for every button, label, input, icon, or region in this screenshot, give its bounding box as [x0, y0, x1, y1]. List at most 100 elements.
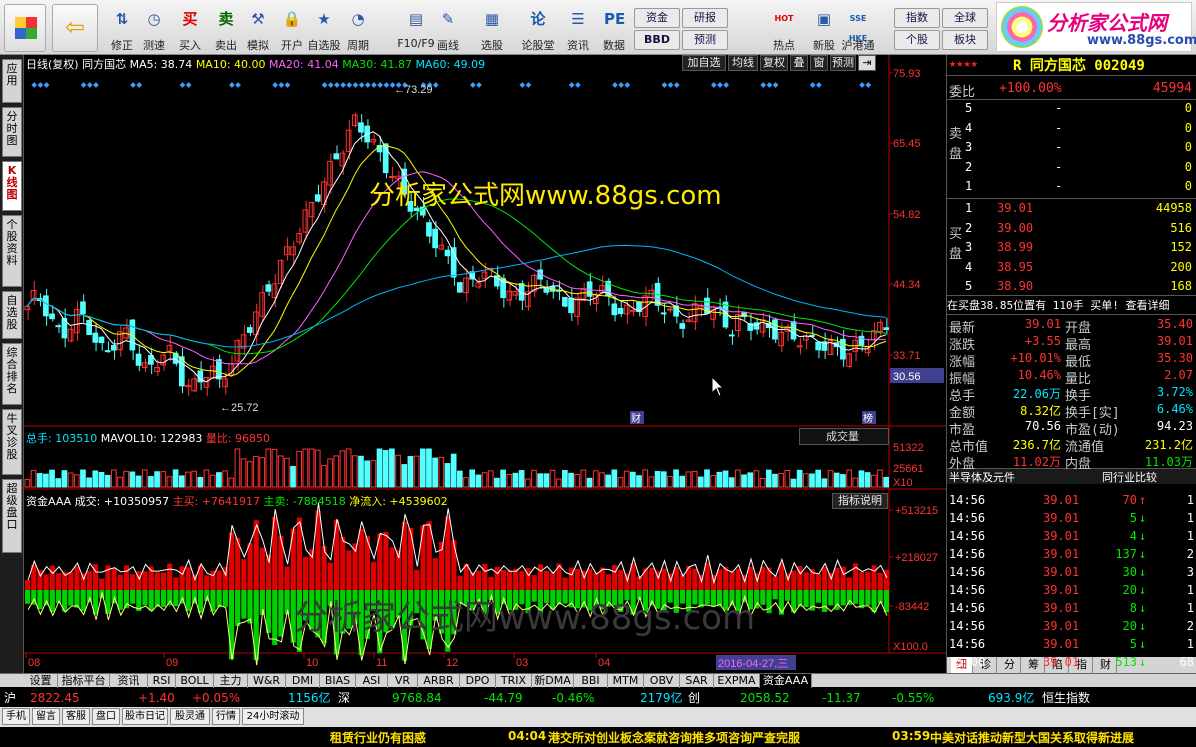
toolbar-up-down-button[interactable]: ⇅ 修正: [104, 4, 138, 52]
arrow-right-icon[interactable]: ⇥: [858, 55, 876, 71]
toolbar-star-button[interactable]: ★ 自选股: [306, 4, 341, 52]
volume-bar: [821, 478, 828, 488]
sell-price[interactable]: -: [1055, 179, 1062, 193]
sell-price[interactable]: -: [1055, 160, 1062, 174]
indicator-tab-7[interactable]: DMI: [286, 674, 320, 688]
signal-diamond: [661, 82, 668, 88]
left-tab-6[interactable]: 牛叉诊股: [2, 409, 22, 475]
sell-price[interactable]: -: [1055, 140, 1062, 154]
indicator-tab-8[interactable]: BIAS: [320, 674, 356, 688]
indicator-tab-9[interactable]: ASI: [356, 674, 388, 688]
compare-link[interactable]: 同行业比较: [1102, 469, 1157, 485]
menu-item-0[interactable]: 手机: [2, 708, 30, 725]
indicator-tab-11[interactable]: ARBR: [418, 674, 460, 688]
indicator-tab-12[interactable]: DPO: [460, 674, 496, 688]
left-tab-3[interactable]: 个股资料: [2, 215, 22, 287]
left-tab-4[interactable]: 自选股: [2, 291, 22, 339]
volume-bar: [129, 471, 136, 488]
order-alert[interactable]: 在买盘38.85位置有 110手 买单! 查看详细: [947, 297, 1169, 313]
chart-canvas[interactable]: 75.93 65.45 54.82 44.34 33.71 30.56 ←73.29 ←25.…: [24, 55, 946, 673]
bbd-button[interactable]: BBD: [634, 30, 680, 50]
indicator-tab-0[interactable]: 设置: [24, 674, 58, 688]
indicator-tab-17[interactable]: OBV: [644, 674, 680, 688]
indicator-tab-3[interactable]: RSI: [148, 674, 176, 688]
indicator-tab-16[interactable]: MTM: [608, 674, 644, 688]
toolbar-clock-button[interactable]: ◷ 测速: [136, 4, 170, 52]
toolbar-picker-button[interactable]: ▦ 选股: [474, 4, 508, 52]
toolbar-hammer-button[interactable]: ⚒ 模拟: [240, 4, 274, 52]
volume-bar: [419, 448, 426, 488]
back-button[interactable]: ⇦: [52, 4, 98, 52]
indicator-help-button[interactable]: 指标说明: [832, 493, 888, 509]
news-item-3[interactable]: 中美对话推动新型大国关系取得新进展: [930, 729, 1134, 746]
app-grid-button[interactable]: [4, 4, 46, 52]
indicator-tab-18[interactable]: SAR: [680, 674, 714, 688]
volume-select[interactable]: 成交量: [799, 428, 889, 445]
toolbar-pencil-button[interactable]: ✎ 画线: [430, 4, 464, 52]
kline-btn-0[interactable]: 加自选: [682, 55, 726, 71]
toolbar-buy-button[interactable]: 买买入: [172, 4, 206, 52]
index-button[interactable]: 指数: [894, 8, 940, 28]
menu-item-7[interactable]: 24小时滚动: [242, 708, 304, 725]
buy-price[interactable]: 38.99: [997, 240, 1033, 254]
toolbar-forum-button[interactable]: 论论股堂: [520, 4, 555, 52]
toolbar-sell-button[interactable]: 卖卖出: [208, 4, 242, 52]
left-tab-2[interactable]: K线图: [2, 161, 22, 211]
indicator-tab-13[interactable]: TRIX: [496, 674, 532, 688]
sell-price[interactable]: -: [1055, 101, 1062, 115]
indicator-tab-14[interactable]: 新DMA: [532, 674, 574, 688]
indicator-tab-20[interactable]: 资金AAA: [760, 674, 812, 688]
sell-price[interactable]: -: [1055, 121, 1062, 135]
menu-item-2[interactable]: 客服: [62, 708, 90, 725]
kline-btn-1[interactable]: 均线: [728, 55, 758, 71]
toolbar-hot-button[interactable]: HOT 热点: [766, 4, 800, 52]
buy-price[interactable]: 39.00: [997, 221, 1033, 235]
toolbar-ipo-button[interactable]: ▣ 新股: [806, 4, 840, 52]
tick-price: 39.01: [1043, 583, 1080, 597]
forecast-button[interactable]: 预测: [682, 30, 728, 50]
fund-in-bar: [278, 535, 284, 590]
sz-change: -44.79: [484, 691, 523, 705]
buy-price[interactable]: 38.95: [997, 260, 1033, 274]
kline-btn-2[interactable]: 复权: [760, 55, 788, 71]
report-button[interactable]: 研报: [682, 8, 728, 28]
indicator-tab-4[interactable]: BOLL: [176, 674, 214, 688]
stock-button[interactable]: 个股: [894, 30, 940, 50]
kline-btn-5[interactable]: 预测: [830, 55, 856, 71]
indicator-tab-15[interactable]: BBI: [574, 674, 608, 688]
indicator-tab-2[interactable]: 资讯: [110, 674, 148, 688]
right-tab-3[interactable]: 筹: [1023, 657, 1045, 673]
menu-item-6[interactable]: 行情: [212, 708, 240, 725]
sector-button[interactable]: 板块: [942, 30, 988, 50]
left-tab-5[interactable]: 综合排名: [2, 343, 22, 405]
global-button[interactable]: 全球: [942, 8, 988, 28]
toolbar-period-button[interactable]: ◔ 周期: [340, 4, 374, 52]
menu-item-1[interactable]: 留言: [32, 708, 60, 725]
kline-btn-3[interactable]: 叠: [790, 55, 808, 71]
right-tab-2[interactable]: 分: [999, 657, 1021, 673]
news-icon: ☰: [571, 10, 585, 28]
toolbar-news-button[interactable]: ☰ 资讯: [560, 4, 594, 52]
menu-item-5[interactable]: 股灵通: [170, 708, 210, 725]
menu-item-4[interactable]: 股市日记: [122, 708, 168, 725]
news-item-2[interactable]: 港交所对创业板念案就咨询推多项咨询严查完服: [548, 729, 800, 746]
indicator-tab-1[interactable]: 指标平台: [58, 674, 110, 688]
candle-body: [339, 152, 346, 167]
toolbar-pe-button[interactable]: PE 数据: [596, 4, 630, 52]
fund-in-bar: [142, 571, 148, 590]
indicator-tab-19[interactable]: EXPMA: [714, 674, 760, 688]
menu-item-3[interactable]: 盘口: [92, 708, 120, 725]
indicator-tab-5[interactable]: 主力: [214, 674, 248, 688]
toolbar-lock-button[interactable]: 🔒 开户: [274, 4, 308, 52]
fund-button[interactable]: 资金: [634, 8, 680, 28]
buy-price[interactable]: 38.90: [997, 279, 1033, 293]
left-tab-0[interactable]: 应用: [2, 59, 22, 103]
indicator-tab-10[interactable]: VR: [388, 674, 418, 688]
left-tab-7[interactable]: 超级盘口: [2, 479, 22, 553]
left-tab-1[interactable]: 分时图: [2, 107, 22, 157]
news-item-1[interactable]: 租赁行业仍有困惑: [330, 729, 426, 746]
buy-price[interactable]: 39.01: [997, 201, 1033, 215]
kline-btn-4[interactable]: 窗: [810, 55, 828, 71]
indicator-tab-6[interactable]: W&R: [248, 674, 286, 688]
toolbar-sse-hkex-button[interactable]: SSE HKE 沪港通: [840, 4, 875, 52]
